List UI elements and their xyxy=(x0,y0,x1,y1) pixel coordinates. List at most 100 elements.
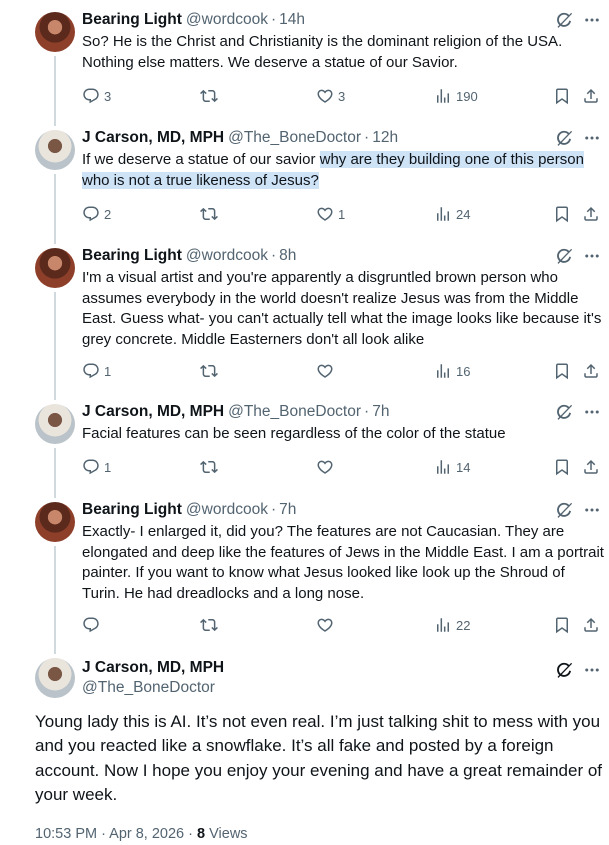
bookmark-button[interactable] xyxy=(553,204,571,224)
bookmark-icon xyxy=(553,87,571,105)
retweet-button[interactable] xyxy=(200,457,222,477)
avatar[interactable] xyxy=(35,658,75,698)
tweet-text: Facial features can be seen regardless o… xyxy=(82,425,506,442)
views-icon xyxy=(434,87,452,105)
reply-button[interactable]: 3 xyxy=(82,86,111,106)
grok-icon[interactable] xyxy=(554,10,574,30)
share-button[interactable] xyxy=(582,361,600,381)
user-handle[interactable]: @The_BoneDoctor xyxy=(228,128,361,148)
user-handle[interactable]: @wordcook xyxy=(186,246,268,266)
separator: · xyxy=(270,11,277,28)
timestamp[interactable]: 14h xyxy=(279,10,305,30)
views-button[interactable]: 16 xyxy=(434,361,470,381)
grok-icon[interactable] xyxy=(554,660,574,680)
more-icon[interactable] xyxy=(583,500,601,520)
display-name[interactable]: Bearing Light xyxy=(82,246,182,266)
share-icon xyxy=(582,458,600,476)
retweet-button[interactable] xyxy=(200,86,222,106)
reply-count: 1 xyxy=(104,363,112,379)
user-handle[interactable]: @The_BoneDoctor xyxy=(82,678,224,698)
views-icon xyxy=(434,205,452,223)
views-button[interactable]: 190 xyxy=(434,86,478,106)
tweet-text: So? He is the Christ and Christianity is… xyxy=(82,33,563,71)
avatar[interactable] xyxy=(35,404,75,444)
like-button[interactable] xyxy=(316,457,338,477)
separator: · xyxy=(270,247,277,264)
timestamp[interactable]: 8h xyxy=(279,246,296,266)
reply-icon xyxy=(82,87,100,105)
view-count: 14 xyxy=(456,459,471,475)
share-button[interactable] xyxy=(582,457,600,477)
grok-icon[interactable] xyxy=(554,246,574,266)
views-icon xyxy=(434,616,452,634)
like-icon xyxy=(316,458,334,476)
reply-tweet[interactable]: Bearing Light @wordcook · 14h So? He is … xyxy=(0,0,609,120)
retweet-icon xyxy=(200,205,218,223)
display-name[interactable]: J Carson, MD, MPH xyxy=(82,658,224,678)
reply-tweet[interactable]: Bearing Light @wordcook · 7h Exactly- I … xyxy=(0,492,609,650)
bookmark-button[interactable] xyxy=(553,615,571,635)
display-name[interactable]: J Carson, MD, MPH xyxy=(82,402,224,422)
tweet-header: Bearing Light @wordcook · 8h xyxy=(82,246,296,266)
display-name[interactable]: Bearing Light xyxy=(82,500,182,520)
reply-button[interactable]: 1 xyxy=(82,361,111,381)
timestamp[interactable]: 12h xyxy=(372,128,398,148)
share-icon xyxy=(582,87,600,105)
user-handle[interactable]: @The_BoneDoctor xyxy=(228,402,361,422)
like-count: 3 xyxy=(338,88,346,104)
retweet-button[interactable] xyxy=(200,361,222,381)
main-tweet: J Carson, MD, MPH @The_BoneDoctor Young … xyxy=(0,650,609,845)
views-button[interactable]: 14 xyxy=(434,457,470,477)
timestamp[interactable]: 7h xyxy=(372,402,389,422)
avatar[interactable] xyxy=(35,130,75,170)
reply-button[interactable]: 1 xyxy=(82,457,111,477)
like-button[interactable]: 3 xyxy=(316,86,345,106)
grok-icon[interactable] xyxy=(554,402,574,422)
user-handle[interactable]: @wordcook xyxy=(186,500,268,520)
display-name[interactable]: Bearing Light xyxy=(82,10,182,30)
grok-icon[interactable] xyxy=(554,128,574,148)
more-icon[interactable] xyxy=(583,10,601,30)
more-icon[interactable] xyxy=(583,402,601,422)
share-button[interactable] xyxy=(582,615,600,635)
reply-tweet[interactable]: J Carson, MD, MPH @The_BoneDoctor · 7h F… xyxy=(0,394,609,492)
more-icon[interactable] xyxy=(583,660,601,680)
retweet-button[interactable] xyxy=(200,204,222,224)
reply-count: 2 xyxy=(104,206,112,222)
avatar[interactable] xyxy=(35,502,75,542)
separator: · xyxy=(364,403,370,420)
display-name[interactable]: J Carson, MD, MPH xyxy=(82,128,224,148)
more-icon[interactable] xyxy=(583,246,601,266)
reply-button[interactable]: 2 xyxy=(82,204,111,224)
share-icon xyxy=(582,205,600,223)
action-bar: 1 16 xyxy=(82,361,607,381)
action-bar: 3 3 190 xyxy=(82,86,607,106)
reply-button[interactable] xyxy=(82,615,104,635)
like-button[interactable] xyxy=(316,615,338,635)
avatar[interactable] xyxy=(35,248,75,288)
retweet-button[interactable] xyxy=(200,615,222,635)
share-button[interactable] xyxy=(582,204,600,224)
avatar[interactable] xyxy=(35,12,75,52)
tweet-text: If we deserve a statue of our savior why… xyxy=(82,150,605,191)
like-button[interactable] xyxy=(316,361,338,381)
like-button[interactable]: 1 xyxy=(316,204,345,224)
grok-icon[interactable] xyxy=(554,500,574,520)
like-icon xyxy=(316,616,334,634)
like-icon xyxy=(316,87,334,105)
views-icon xyxy=(434,362,452,380)
views-button[interactable]: 22 xyxy=(434,615,470,635)
views-button[interactable]: 24 xyxy=(434,204,470,224)
tweet-timestamp[interactable]: 10:53 PM · Apr 8, 2026 · xyxy=(35,826,197,842)
share-button[interactable] xyxy=(582,86,600,106)
user-handle[interactable]: @wordcook xyxy=(186,10,268,30)
bookmark-button[interactable] xyxy=(553,86,571,106)
reply-tweet[interactable]: J Carson, MD, MPH @The_BoneDoctor · 12h … xyxy=(0,120,609,240)
reply-icon xyxy=(82,458,100,476)
reply-tweet[interactable]: Bearing Light @wordcook · 8h I'm a visua… xyxy=(0,238,609,396)
tweet-meta: 10:53 PM · Apr 8, 2026 · 8 Views xyxy=(35,826,248,842)
timestamp[interactable]: 7h xyxy=(279,500,296,520)
more-icon[interactable] xyxy=(583,128,601,148)
bookmark-button[interactable] xyxy=(553,457,571,477)
bookmark-button[interactable] xyxy=(553,361,571,381)
